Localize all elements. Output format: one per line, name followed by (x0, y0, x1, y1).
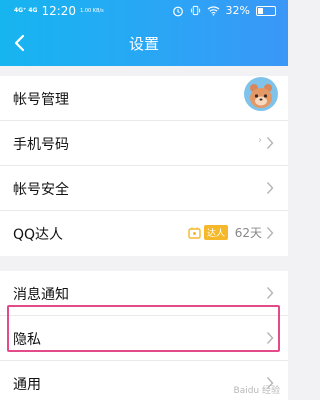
qq-expert-badge: 达人 (187, 225, 228, 240)
chevron-right-icon (266, 287, 274, 299)
settings-group-general: 消息通知 隐私 通用 (0, 271, 288, 400)
settings-item-qq-expert[interactable]: QQ达人 达人 62天 (0, 211, 288, 256)
watermark: Baidu 经验 (233, 386, 280, 396)
settings-item-label: 帐号管理 (13, 92, 69, 108)
settings-list: 帐号管理 手机号码 › 帐号安全 QQ达人 达人 62天 消息通知 隐私 通用 (0, 76, 288, 400)
settings-item-label: QQ达人 (13, 227, 64, 243)
settings-item-label: 消息通知 (13, 287, 69, 303)
clock: 12:20 (41, 4, 77, 18)
wifi-icon (207, 6, 219, 16)
battery-icon (256, 5, 276, 16)
vibrate-icon (190, 5, 200, 16)
section-divider (0, 256, 288, 271)
settings-item-account-security[interactable]: 帐号安全 (0, 166, 288, 211)
settings-item-label: 隐私 (13, 332, 41, 348)
settings-item-privacy[interactable]: 隐私 (0, 316, 288, 361)
qq-expert-tag: 达人 (203, 225, 228, 240)
qq-expert-icon (188, 227, 201, 239)
app-header: 4G⁺ 4G 12:20 1.00 KB/s 32% 设置 (0, 0, 288, 66)
settings-group-account: 帐号管理 手机号码 › 帐号安全 QQ达人 达人 62天 (0, 76, 288, 256)
network-speed: 1.00 KB/s (80, 7, 104, 14)
settings-item-phone-number[interactable]: 手机号码 › (0, 121, 288, 166)
chevron-right-icon (266, 182, 274, 194)
chevron-right-icon (266, 227, 274, 239)
battery-percent: 32% (225, 4, 250, 17)
qq-expert-days: 62天 (234, 226, 262, 240)
settings-item-account-manage[interactable]: 帐号管理 (0, 76, 288, 121)
network-indicator: 4G⁺ 4G (14, 7, 38, 14)
phone-number-value: › (258, 135, 262, 146)
avatar (244, 77, 278, 111)
page-title: 设置 (128, 35, 159, 53)
settings-item-message-notify[interactable]: 消息通知 (0, 271, 288, 316)
alarm-icon (172, 6, 183, 16)
settings-item-label: 通用 (13, 377, 41, 393)
status-bar: 4G⁺ 4G 12:20 1.00 KB/s 32% (0, 0, 288, 22)
settings-item-label: 帐号安全 (13, 182, 69, 198)
chevron-right-icon (266, 332, 274, 344)
chevron-right-icon (266, 137, 274, 149)
settings-item-label: 手机号码 (13, 137, 69, 153)
